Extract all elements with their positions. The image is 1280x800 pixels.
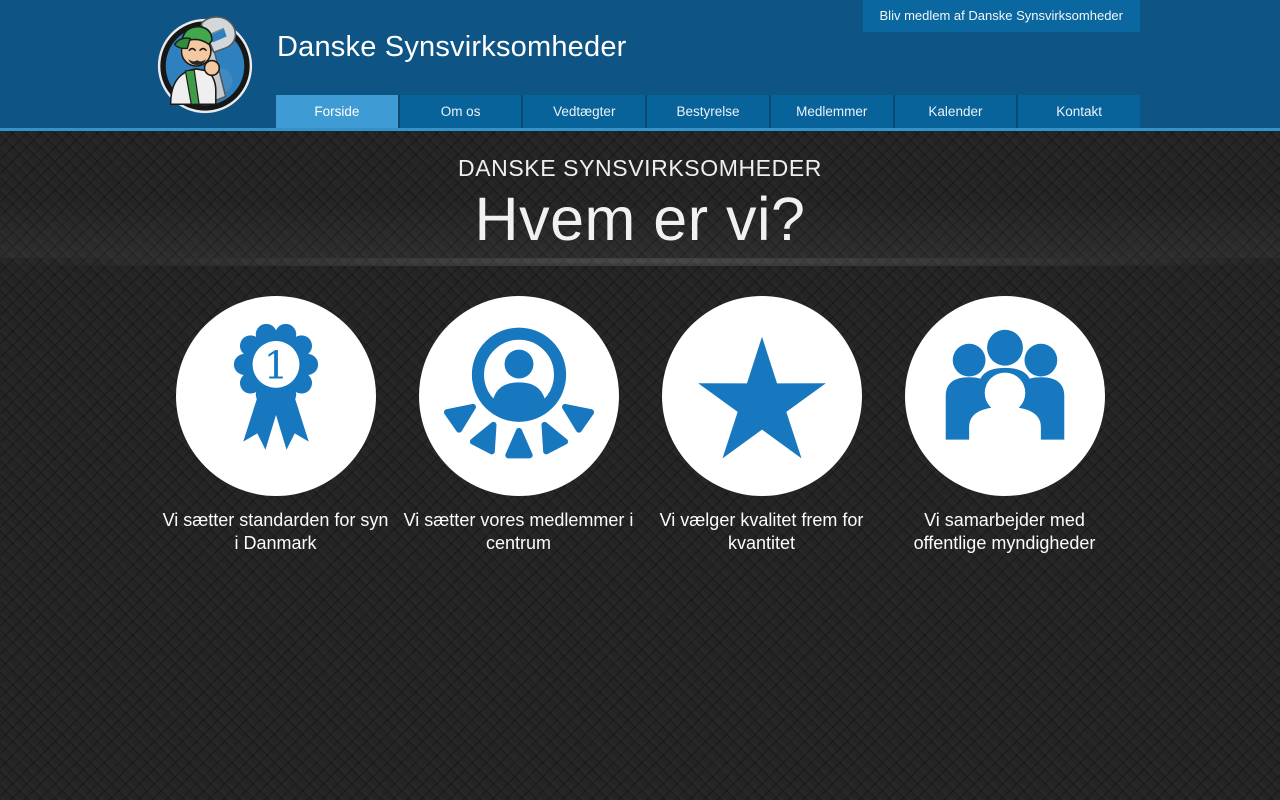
hero-kicker: DANSKE SYNSVIRKSOMHEDER (458, 155, 822, 181)
header-underline (0, 128, 1280, 131)
award-ribbon-icon: 1 (233, 323, 318, 450)
feature-row: 1 Vi sætter standarden for syn i Danmark (0, 296, 1280, 555)
feature-circle (661, 296, 862, 496)
award-badge-number: 1 (263, 343, 288, 388)
hero-section: DANSKE SYNSVIRKSOMHEDER Hvem er vi? (0, 131, 1280, 258)
join-member-button[interactable]: Bliv medlem af Danske Synsvirksomheder (862, 0, 1140, 32)
tab-om-os[interactable]: Om os (397, 95, 522, 128)
feature-members: Vi sætter vores medlemmer i centrum (397, 296, 640, 555)
tab-bestyrelse[interactable]: Bestyrelse (645, 95, 769, 128)
site-title[interactable]: Danske Synsvirksomheder (277, 31, 627, 64)
main-content: DANSKE SYNSVIRKSOMHEDER Hvem er vi? 1 Vi… (0, 131, 1280, 800)
feature-cooperation: Vi samarbejder med offentlige myndighede… (883, 296, 1126, 555)
feature-quality: Vi vælger kvalitet frem for kvantitet (640, 296, 883, 555)
team-icon (945, 329, 1064, 467)
mechanic-mascot-icon (157, 16, 253, 114)
feature-caption: Vi sætter standarden for syn i Danmark (162, 510, 389, 553)
site-header: Danske Synsvirksomheder Bliv medlem af D… (0, 0, 1280, 131)
tab-vedtaegter[interactable]: Vedtægter (521, 95, 646, 128)
feature-caption: Vi sætter vores medlemmer i centrum (403, 510, 634, 553)
tab-kontakt[interactable]: Kontakt (1016, 95, 1141, 128)
feature-caption: Vi vælger kvalitet frem for kvantitet (659, 510, 864, 553)
tab-medlemmer[interactable]: Medlemmer (768, 95, 893, 128)
main-nav: Forside Om os Vedtægter Bestyrelse Medle… (276, 95, 1141, 128)
star-icon (697, 336, 826, 459)
feature-circle (904, 296, 1105, 496)
mechanic-mascot-logo[interactable] (151, 9, 259, 121)
tab-kalender[interactable]: Kalender (892, 95, 1017, 128)
hero-divider (0, 258, 1280, 266)
feature-circle (418, 296, 619, 496)
member-focus-icon (443, 327, 594, 459)
feature-standard: 1 Vi sætter standarden for syn i Danmark (154, 296, 397, 555)
feature-circle: 1 (175, 296, 376, 496)
tab-forside[interactable]: Forside (276, 95, 398, 128)
feature-caption: Vi samarbejder med offentlige myndighede… (913, 510, 1096, 553)
page-title: Hvem er vi? (474, 185, 806, 253)
